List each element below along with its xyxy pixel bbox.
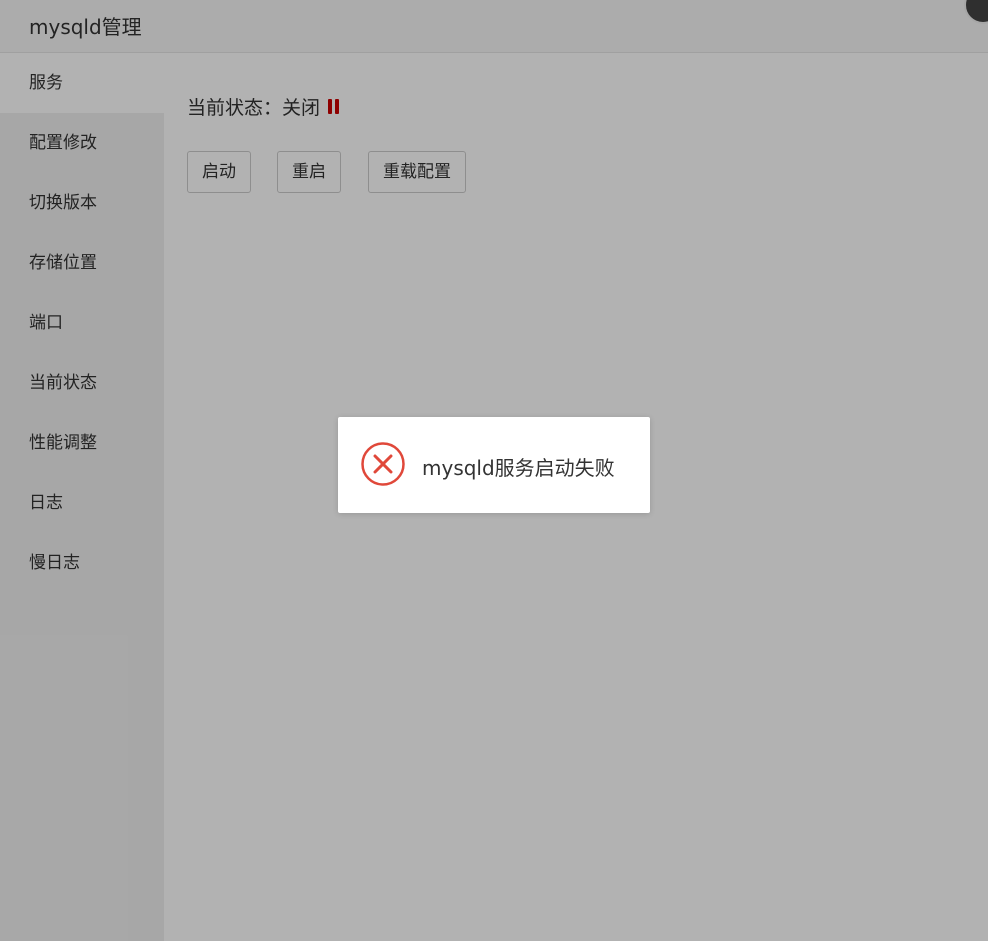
- error-toast: mysqld服务启动失败: [338, 417, 650, 513]
- toast-message: mysqld服务启动失败: [422, 456, 615, 480]
- mysqld-manager-window: mysqld管理 服务 配置修改 切换版本 存储位置 端口 当前状态 性能调整 …: [0, 0, 988, 941]
- error-circle-icon: [361, 442, 405, 486]
